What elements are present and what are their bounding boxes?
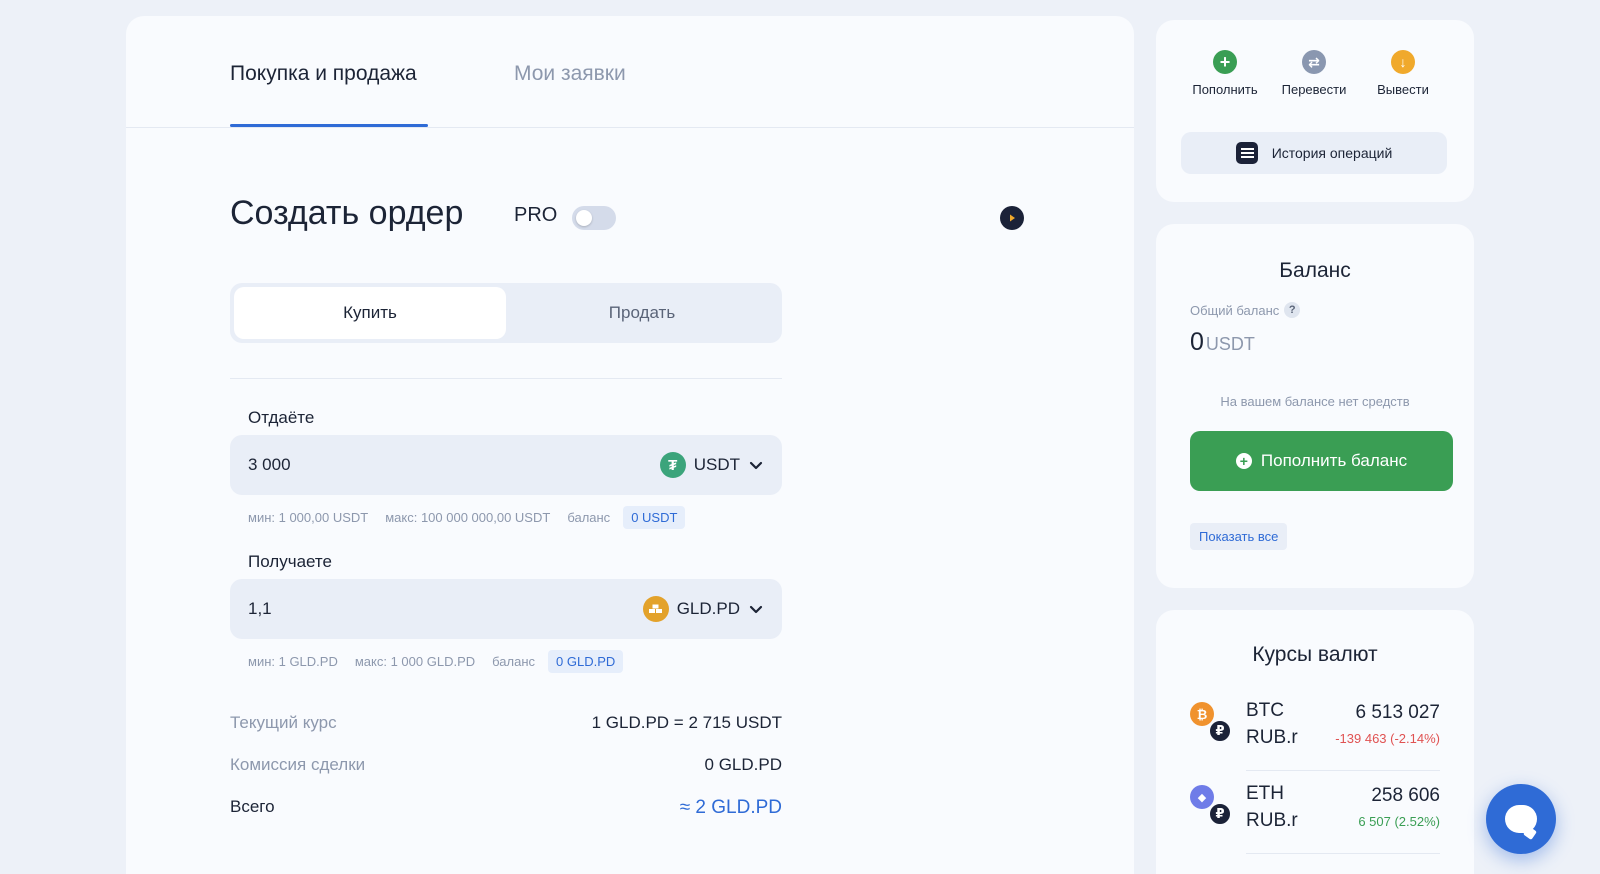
divider (230, 378, 782, 379)
support-chat-button[interactable] (1486, 784, 1556, 854)
fee-row: Комиссия сделки 0 GLD.PD (230, 755, 782, 775)
give-limits: мин: 1 000,00 USDT макс: 100 000 000,00 … (248, 506, 702, 529)
play-video-button[interactable] (1000, 206, 1024, 230)
receive-amount-input[interactable] (248, 579, 548, 639)
receive-currency-label: GLD.PD (676, 599, 740, 618)
topup-balance-label: Пополнить баланс (1260, 451, 1408, 470)
receive-max: макс: 1 000 GLD.PD (354, 654, 476, 669)
plus-icon: + (1235, 453, 1252, 469)
pro-toggle[interactable] (572, 206, 616, 230)
give-amount-input[interactable] (248, 435, 548, 495)
pair-icons: ◆ ₽ (1190, 785, 1232, 829)
chevron-down-icon (749, 605, 763, 614)
receive-balance-chip[interactable]: 0 GLD.PD (548, 650, 624, 673)
gold-bars-icon (642, 596, 669, 622)
wallet-actions-card: + Пополнить ⇄ Перевести ↓ Вывести Истори… (1156, 20, 1474, 202)
fee-value: 0 GLD.PD (704, 755, 782, 774)
give-label: Отдаёте (248, 408, 315, 427)
give-min: мин: 1 000,00 USDT (248, 510, 369, 525)
total-balance-label-row: Общий баланс ? (1190, 302, 1301, 318)
transfer-icon: ⇄ (1302, 50, 1326, 74)
tab-my-orders[interactable]: Мои заявки (514, 62, 626, 86)
transfer-action-label: Перевести (1281, 82, 1347, 97)
transfer-action[interactable]: ⇄ Перевести (1274, 50, 1354, 97)
list-icon (1235, 142, 1258, 164)
receive-currency-select[interactable]: GLD.PD (642, 593, 764, 625)
history-button[interactable]: История операций (1181, 132, 1447, 174)
balance-value: 0 (1190, 328, 1204, 356)
total-balance-label: Общий баланс (1190, 302, 1280, 318)
toggle-knob (576, 210, 592, 226)
chevron-down-icon (749, 461, 763, 470)
rate-separator (1246, 770, 1440, 771)
total-label: Всего (230, 797, 275, 816)
give-max: макс: 100 000 000,00 USDT (385, 510, 551, 525)
tab-buy-sell[interactable]: Покупка и продажа (230, 62, 417, 86)
give-currency-label: USDT (693, 455, 740, 474)
rate-change: 6 507 (2.52%) (1358, 814, 1440, 829)
withdraw-icon: ↓ (1391, 50, 1415, 74)
ruble-icon: ₽ (1208, 802, 1232, 826)
rate-quote: RUB.r (1246, 810, 1298, 831)
pro-label: PRO (514, 204, 558, 226)
receive-label: Получаете (248, 552, 332, 571)
empty-balance-message: На вашем балансе нет средств (1220, 394, 1410, 409)
balance-amount: 0 USDT (1190, 328, 1255, 357)
rates-title: Курсы валют (1252, 643, 1378, 666)
show-all-link[interactable]: Показать все (1190, 523, 1288, 550)
receive-min: мин: 1 GLD.PD (248, 654, 338, 669)
play-icon (1010, 214, 1015, 222)
page-title: Создать ордер (230, 194, 464, 232)
receive-field: GLD.PD (230, 579, 782, 639)
plus-icon: + (1213, 50, 1237, 74)
rate-price: 258 606 (1371, 785, 1440, 806)
receive-limits: мин: 1 GLD.PD макс: 1 000 GLD.PD баланс … (248, 650, 640, 673)
rate-base: BTC (1246, 700, 1284, 721)
chat-icon (1505, 805, 1537, 833)
rate-price: 6 513 027 (1355, 702, 1440, 723)
rate-value: 1 GLD.PD = 2 715 USDT (591, 713, 782, 732)
withdraw-action[interactable]: ↓ Вывести (1363, 50, 1443, 97)
rate-separator (1246, 853, 1440, 854)
rates-card: Курсы валют ₿ ₽ BTC RUB.r 6 513 027 -139… (1156, 610, 1474, 874)
rate-quote: RUB.r (1246, 727, 1298, 748)
order-panel: Покупка и продажа Мои заявки Создать орд… (126, 16, 1134, 874)
give-currency-select[interactable]: ₮ USDT (659, 449, 764, 481)
balance-title: Баланс (1279, 259, 1351, 282)
total-row: Всего ≈ 2 GLD.PD (230, 797, 782, 819)
history-button-label: История операций (1271, 145, 1393, 161)
withdraw-action-label: Вывести (1377, 82, 1429, 97)
help-icon[interactable]: ? (1284, 302, 1301, 318)
total-value: ≈ 2 GLD.PD (679, 797, 782, 818)
pair-icons: ₿ ₽ (1190, 702, 1232, 746)
balance-currency: USDT (1205, 334, 1255, 354)
rate-label: Текущий курс (230, 713, 337, 732)
rate-item[interactable]: ◆ ₽ ETH RUB.r 258 606 6 507 (2.52%) (1190, 775, 1440, 845)
balance-card: Баланс Общий баланс ? 0 USDT На вашем бал… (1156, 224, 1474, 588)
rate-base: ETH (1246, 783, 1284, 804)
give-balance-label: баланс (567, 510, 611, 525)
tether-icon: ₮ (659, 452, 686, 478)
sell-button[interactable]: Продать (506, 287, 778, 339)
buy-sell-switch: Купить Продать (230, 283, 782, 343)
rate-item[interactable]: ₿ ₽ BTC RUB.r 6 513 027 -139 463 (-2.14%… (1190, 692, 1440, 762)
receive-balance-label: баланс (492, 654, 536, 669)
topup-balance-button[interactable]: + Пополнить баланс (1190, 431, 1453, 491)
tab-bar: Покупка и продажа Мои заявки (126, 16, 1134, 128)
deposit-action[interactable]: + Пополнить (1185, 50, 1265, 97)
active-tab-indicator (230, 124, 428, 127)
give-balance-chip[interactable]: 0 USDT (623, 506, 686, 529)
rate-row: Текущий курс 1 GLD.PD = 2 715 USDT (230, 713, 782, 733)
rate-change: -139 463 (-2.14%) (1335, 731, 1440, 746)
buy-button[interactable]: Купить (234, 287, 506, 339)
deposit-action-label: Пополнить (1192, 82, 1258, 97)
ruble-icon: ₽ (1208, 719, 1232, 743)
fee-label: Комиссия сделки (230, 755, 366, 774)
give-field: ₮ USDT (230, 435, 782, 495)
